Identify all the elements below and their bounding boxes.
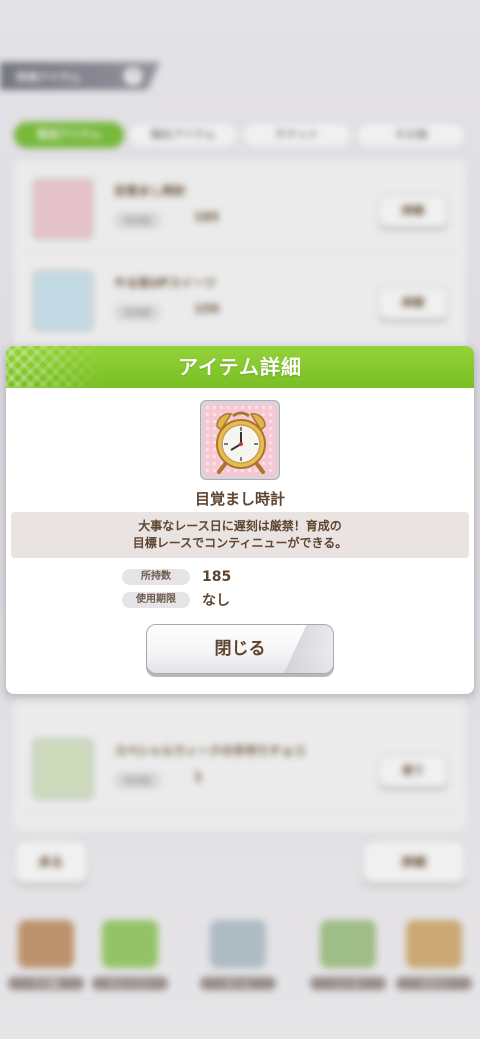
stat-value: なし <box>202 593 230 609</box>
item-description: 大事なレース日に遅刻は厳禁！育成の 目標レースでコンティニューができる。 <box>11 512 469 558</box>
close-button-label: 閉じる <box>214 639 266 659</box>
stat-row-owned: 所持数 185 <box>122 568 231 586</box>
item-description-line: 目標レースでコンティニューができる。 <box>132 536 348 550</box>
dialog-title: アイテム詳細 <box>178 355 302 379</box>
stat-label: 所持数 <box>122 569 190 585</box>
stat-value: 185 <box>202 569 232 585</box>
item-detail-dialog: アイテム詳細 目覚まし時計 大事なレース日に遅刻は厳禁！育成の 目標レースでコン… <box>6 346 474 694</box>
dialog-header: アイテム詳細 <box>6 346 474 388</box>
item-icon-frame <box>200 400 280 480</box>
stat-row-expiry: 使用期限 なし <box>122 591 230 609</box>
item-description-line: 大事なレース日に遅刻は厳禁！育成の <box>138 519 342 533</box>
close-button[interactable]: 閉じる <box>146 624 334 674</box>
item-name: 目覚まし時計 <box>194 490 285 508</box>
alarm-clock-icon <box>204 404 276 476</box>
stat-label: 使用期限 <box>122 592 190 608</box>
